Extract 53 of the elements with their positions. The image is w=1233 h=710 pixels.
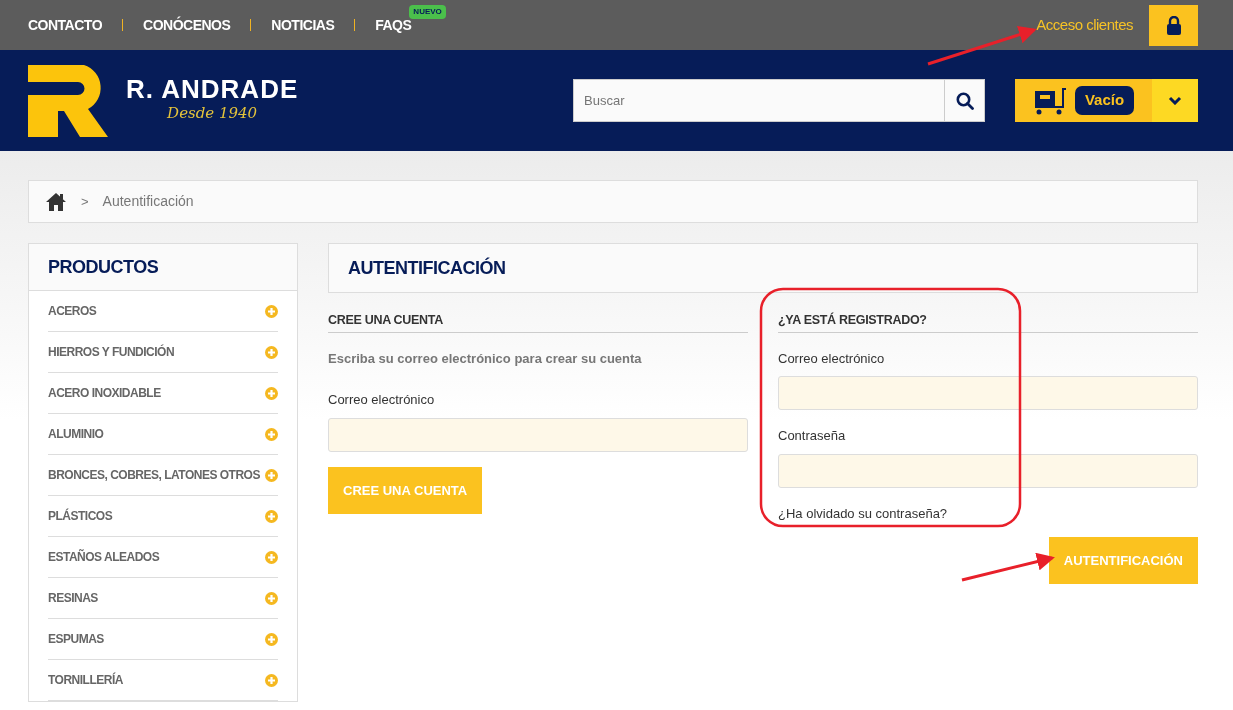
forgot-password-link[interactable]: ¿Ha olvidado su contraseña? — [778, 503, 948, 524]
lock-icon — [1165, 15, 1182, 35]
plus-icon[interactable] — [265, 509, 278, 523]
category-link[interactable]: BRONCES, COBRES, LATONES OTROS — [48, 466, 260, 484]
password-field[interactable] — [778, 453, 1198, 488]
plus-icon[interactable] — [265, 632, 278, 646]
chevron-down-icon — [1168, 96, 1182, 105]
instruction-text: Escriba su correo electrónico para crear su cuenta — [328, 349, 643, 368]
nav-link[interactable]: CONÓCENOS — [143, 16, 231, 33]
plus-icon[interactable] — [265, 304, 278, 318]
cart-button[interactable]: Vacío — [1015, 79, 1152, 122]
category-link[interactable]: ESTAÑOS ALEADOS — [48, 548, 160, 566]
search-icon — [955, 91, 974, 110]
category-link[interactable]: ACERO INOXIDABLE — [48, 384, 161, 402]
category-link[interactable]: ALUMINIO — [48, 425, 104, 443]
field-label: Correo electrónico — [328, 391, 436, 410]
plus-icon[interactable] — [265, 591, 278, 605]
email-field[interactable] — [778, 376, 1198, 411]
category-link[interactable]: HIERROS Y FUNDICIÓN — [48, 343, 175, 361]
brand-name: R. ANDRADE — [126, 76, 299, 103]
nav-link[interactable]: CONTACTO — [28, 16, 103, 33]
home-icon[interactable] — [45, 192, 67, 211]
search-button[interactable] — [944, 79, 985, 122]
plus-icon[interactable] — [265, 550, 278, 564]
logo-icon — [28, 64, 110, 137]
category-link[interactable]: ESPUMAS — [48, 630, 104, 648]
new-badge: NUEVO — [409, 4, 446, 19]
plus-icon[interactable] — [265, 386, 278, 400]
category-link[interactable]: PLÁSTICOS — [48, 507, 113, 525]
breadcrumb-separator: > — [81, 192, 89, 211]
section-heading: CREE UNA CUENTA — [328, 311, 748, 333]
plus-icon[interactable] — [265, 673, 278, 687]
cart-icon — [1032, 86, 1067, 115]
brand-tagline: Desde 1940 — [167, 103, 258, 125]
cart-dropdown-button[interactable] — [1152, 79, 1198, 122]
category-link[interactable]: TORNILLERÍA — [48, 671, 123, 689]
category-link[interactable]: RESINAS — [48, 589, 98, 607]
page-title: AUTENTIFICACIÓN — [348, 256, 506, 280]
lock-button[interactable] — [1149, 4, 1198, 46]
nav-link[interactable]: FAQS — [375, 16, 412, 33]
email-field[interactable] — [328, 417, 748, 452]
client-access-link[interactable]: Acceso clientes — [1036, 13, 1133, 37]
panel-title: PRODUCTOS — [48, 255, 159, 279]
plus-icon[interactable] — [265, 345, 278, 359]
field-label: Correo electrónico — [778, 349, 886, 368]
search-field[interactable]: Buscar — [573, 79, 944, 122]
field-label: Contraseña — [778, 427, 847, 446]
plus-icon[interactable] — [265, 468, 278, 482]
breadcrumb-item: Autentificación — [102, 192, 194, 211]
category-link[interactable]: ACEROS — [48, 302, 97, 320]
section-heading: ¿YA ESTÁ REGISTRADO? — [778, 311, 1198, 333]
nav-link[interactable]: NOTICIAS — [271, 16, 335, 33]
plus-icon[interactable] — [265, 427, 278, 441]
